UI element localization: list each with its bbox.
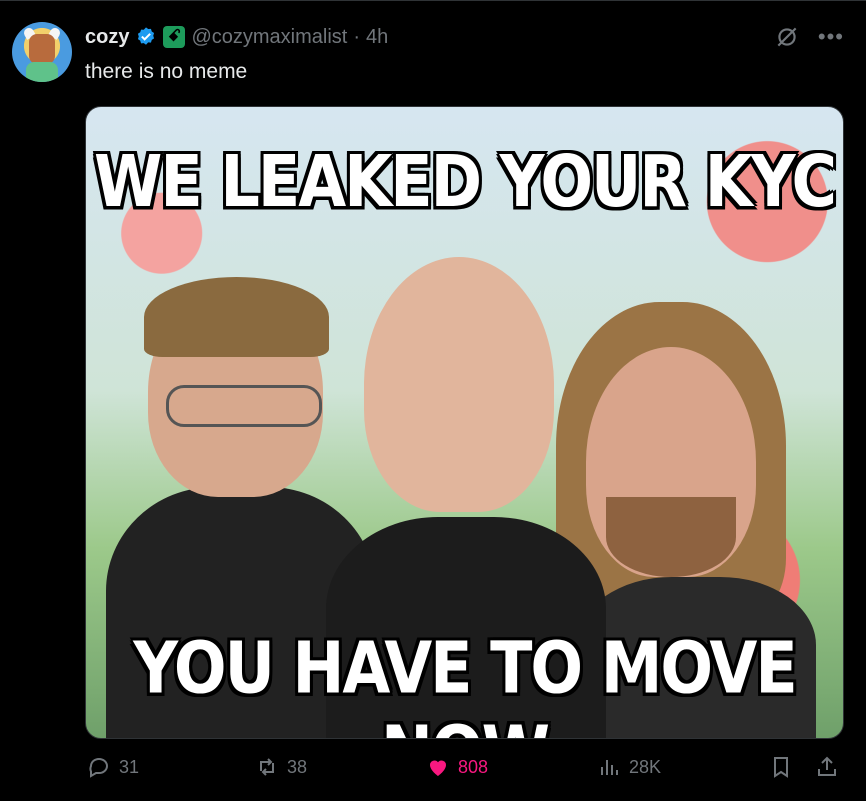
post-media-image[interactable]: WE LEAKED YOUR KYC YOU HAVE TO MOVE NOW [85, 106, 844, 739]
separator-dot: · [353, 25, 361, 48]
post-header-actions: ••• [774, 24, 844, 50]
like-button[interactable]: 808 [426, 755, 488, 779]
person-right-beard [606, 497, 736, 577]
glasses-icon [166, 385, 322, 427]
heart-icon [430, 760, 446, 776]
repost-count: 38 [287, 756, 308, 777]
views-button[interactable]: 28K [597, 755, 661, 779]
person-center-head [364, 257, 554, 512]
display-name[interactable]: cozy [85, 26, 129, 49]
meme-top-caption: WE LEAKED YOUR KYC [94, 139, 837, 224]
reply-button[interactable]: 31 [87, 755, 139, 779]
affiliate-badge-icon[interactable]: ꗃ [163, 26, 186, 48]
more-options-icon[interactable]: ••• [818, 26, 844, 48]
views-icon [601, 760, 618, 775]
post-header: cozy ꗃ @cozymaximalist · 4h [85, 24, 388, 50]
share-icon [818, 756, 836, 776]
repost-icon [260, 758, 274, 776]
repost-button[interactable]: 38 [255, 755, 307, 779]
verified-badge-icon[interactable] [135, 26, 157, 48]
avatar-face [29, 34, 55, 64]
top-divider [0, 0, 866, 1]
person-left-hair [144, 277, 329, 357]
reply-icon [89, 758, 108, 778]
handle[interactable]: @cozymaximalist [191, 26, 347, 49]
views-count: 28K [629, 756, 662, 777]
avatar[interactable] [12, 22, 72, 82]
grok-icon[interactable] [774, 24, 800, 50]
action-bar: 31 38 808 28K [85, 755, 842, 787]
post-text: there is no meme [85, 60, 248, 83]
timestamp[interactable]: 4h [366, 26, 388, 49]
bookmark-button[interactable] [769, 755, 793, 779]
avatar-body [26, 62, 58, 82]
bookmark-icon [774, 757, 788, 778]
meme-bottom-caption: YOU HAVE TO MOVE NOW [133, 626, 798, 738]
like-count: 808 [458, 756, 489, 777]
share-button[interactable] [815, 755, 839, 779]
reply-count: 31 [119, 756, 140, 777]
